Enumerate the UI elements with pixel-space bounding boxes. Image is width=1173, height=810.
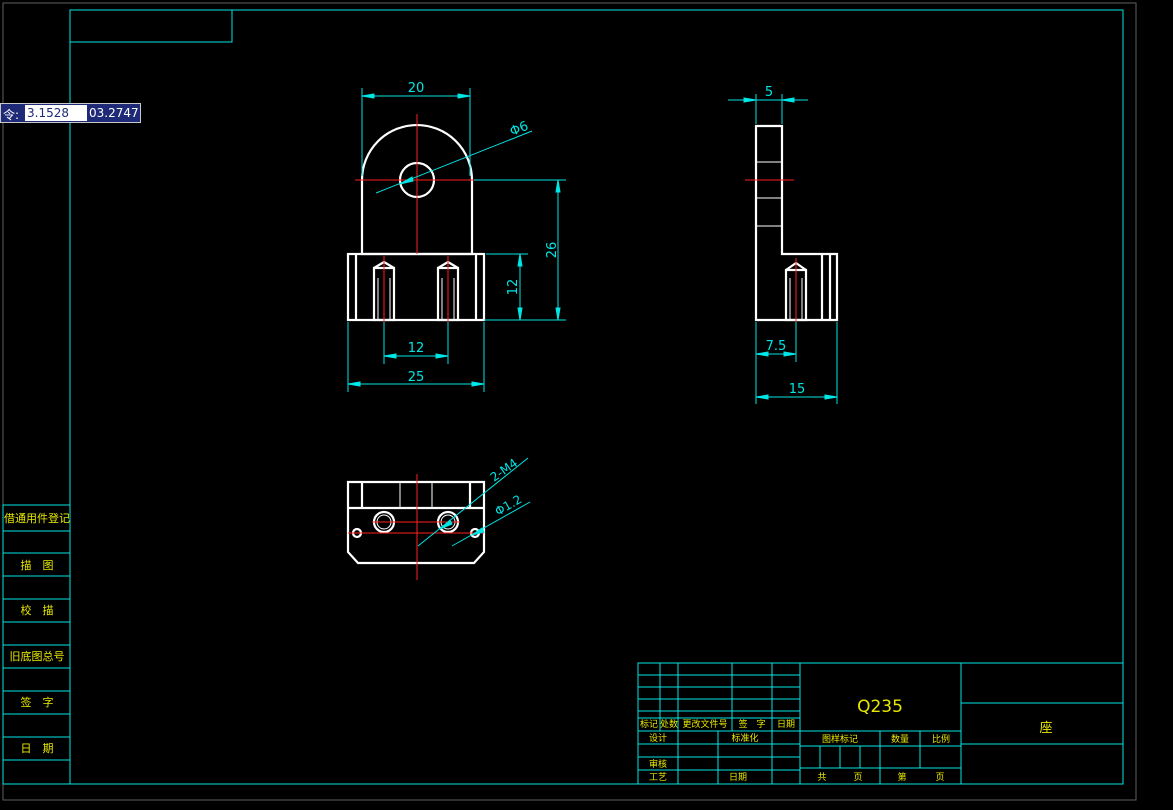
dim-depth: 15 xyxy=(789,382,806,397)
dim-thread: 2-M4 xyxy=(488,456,521,485)
rev-header-sign: 签 字 xyxy=(738,718,765,730)
front-view[interactable]: 20 Φ6 26 12 12 25 xyxy=(346,81,566,392)
cad-drawing-canvas[interactable]: 借通用件登记 描 图 校 描 旧底图总号 签 字 日 期 20 Φ6 26 12… xyxy=(0,0,1173,810)
sheet-total-label: 共 xyxy=(817,772,826,783)
label-check-tracing: 校 描 xyxy=(21,603,54,617)
label-borrowed-parts: 借通用件登记 xyxy=(4,511,70,525)
dim-hole-spacing: 12 xyxy=(408,341,425,356)
label-old-drawing-number: 旧底图总号 xyxy=(10,649,65,663)
front-view-outline xyxy=(346,123,486,322)
title-block[interactable]: Q235 座 标记 处数 更改文件号 签 字 日期 设计 标准化 审核 工艺 日… xyxy=(637,662,1124,785)
row-standardization: 标准化 xyxy=(731,732,758,744)
label-signature: 签 字 xyxy=(21,695,54,709)
dim-top-width: 20 xyxy=(408,81,425,96)
dim-half-depth: 7.5 xyxy=(766,339,787,354)
dynamic-input-tooltip[interactable]: 令: 3.1528 03.2747 xyxy=(0,103,141,123)
dim-base-width: 25 xyxy=(408,370,425,385)
command-prompt-label: 令: xyxy=(3,108,20,122)
sheet-current-label: 第 xyxy=(897,771,906,783)
front-view-dimensions xyxy=(347,88,566,392)
row-date: 日期 xyxy=(729,772,747,783)
dim-base-height: 12 xyxy=(506,279,521,296)
sheet-total-unit: 页 xyxy=(853,772,862,783)
rev-header-count: 处数 xyxy=(660,718,678,730)
row-design: 设计 xyxy=(649,732,667,744)
material-value: Q235 xyxy=(857,697,903,717)
row-process: 工艺 xyxy=(649,772,667,783)
rev-header-doc: 更改文件号 xyxy=(682,718,727,730)
part-name: 座 xyxy=(1039,721,1052,736)
info-drawing-mark: 图样标记 xyxy=(822,733,858,745)
left-registry-labels: 借通用件登记 描 图 校 描 旧底图总号 签 字 日 期 xyxy=(4,511,70,755)
rev-header-date: 日期 xyxy=(777,719,795,730)
top-view[interactable]: 2-M4 Φ1.2 xyxy=(346,456,531,580)
side-view[interactable]: 5 7.5 15 xyxy=(728,85,839,404)
coordinate-x-input[interactable]: 3.1528 xyxy=(25,105,87,121)
coordinate-y-input[interactable]: 03.2747 xyxy=(89,105,141,121)
dim-total-height: 26 xyxy=(545,242,560,259)
dim-thickness: 5 xyxy=(765,85,773,100)
sheet-frame xyxy=(2,2,1137,801)
dim-hole-diameter: Φ6 xyxy=(508,119,531,140)
top-view-dim-texts: 2-M4 Φ1.2 xyxy=(488,456,525,519)
label-date: 日 期 xyxy=(21,742,54,755)
info-quantity: 数量 xyxy=(891,733,909,745)
row-review: 审核 xyxy=(649,758,667,770)
label-tracing: 描 图 xyxy=(21,558,54,572)
info-scale: 比例 xyxy=(932,733,950,745)
side-view-dim-texts: 5 7.5 15 xyxy=(765,85,805,397)
sheet-current-unit: 页 xyxy=(935,772,944,783)
rev-header-mark: 标记 xyxy=(640,718,658,730)
